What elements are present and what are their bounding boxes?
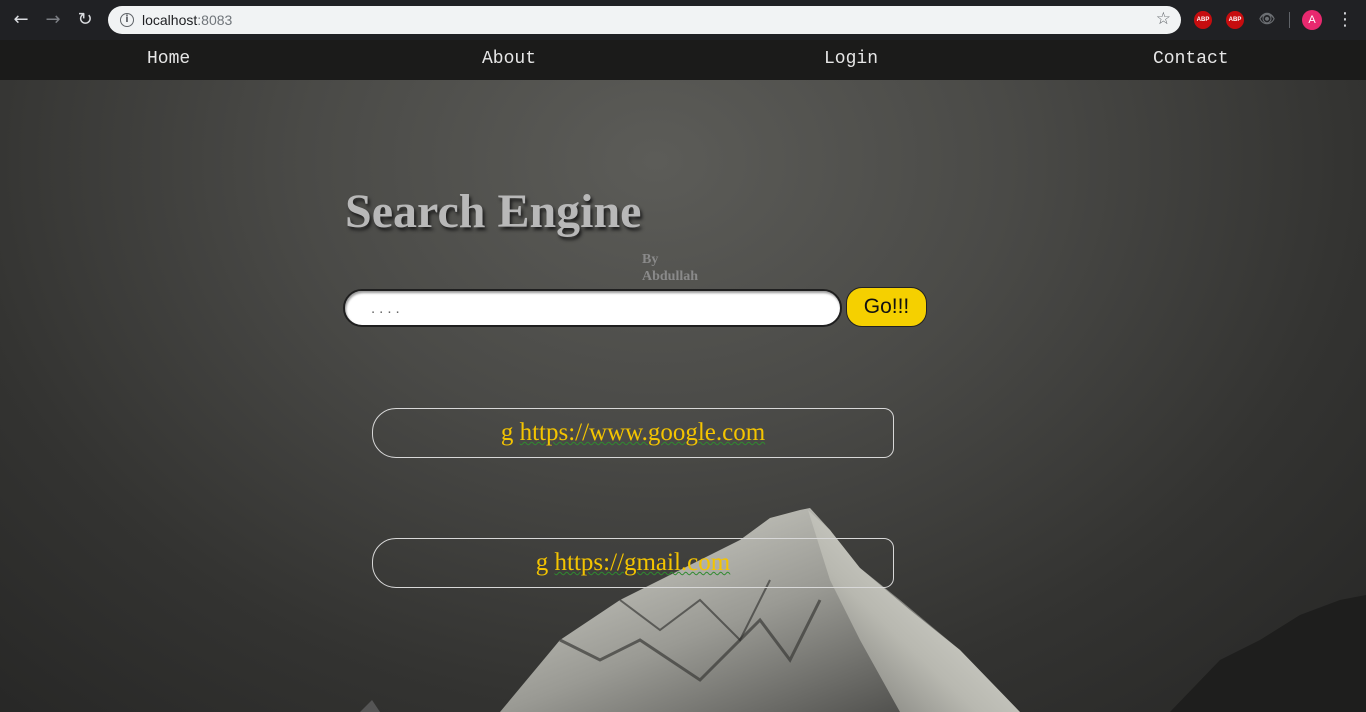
byline-author: Abdullah bbox=[642, 269, 699, 284]
bookmark-star-icon[interactable]: ☆ bbox=[1156, 9, 1171, 29]
adblock-disabled-extension-icon[interactable]: ABP bbox=[1226, 11, 1244, 29]
toolbar-divider bbox=[1289, 12, 1290, 28]
profile-avatar[interactable]: A bbox=[1302, 10, 1322, 30]
result-link[interactable]: https://www.google.com bbox=[520, 419, 766, 446]
mountain-background-image bbox=[360, 508, 1366, 712]
byline-by: By bbox=[642, 252, 659, 267]
forward-icon[interactable]: → bbox=[42, 9, 64, 31]
eye-extension-icon[interactable]: 👁 bbox=[1258, 11, 1276, 29]
menu-kebab-icon[interactable]: ⋮ bbox=[1336, 9, 1354, 30]
reload-icon[interactable]: ↻ bbox=[74, 9, 96, 31]
nav-login-link[interactable]: Login bbox=[824, 49, 878, 69]
search-result-item[interactable]: g https://www.google.com bbox=[372, 408, 894, 458]
author-byline: By Abdullah bbox=[642, 251, 722, 285]
search-go-button[interactable]: Go!!! bbox=[846, 287, 927, 327]
browser-toolbar: ← → ↻ i localhost:8083 ☆ ABP ABP 👁 A ⋮ bbox=[0, 0, 1366, 40]
nav-contact-link[interactable]: Contact bbox=[1153, 49, 1229, 69]
site-info-icon[interactable]: i bbox=[120, 13, 134, 27]
result-prefix: g bbox=[500, 419, 514, 446]
nav-about-link[interactable]: About bbox=[482, 49, 536, 69]
search-input[interactable] bbox=[343, 289, 842, 327]
page-title: Search Engine bbox=[345, 185, 642, 238]
top-navigation: Home About Login Contact bbox=[0, 40, 1366, 80]
result-link[interactable]: https://gmail.com bbox=[555, 549, 731, 576]
result-prefix: g bbox=[535, 549, 549, 576]
back-icon[interactable]: ← bbox=[10, 9, 32, 31]
address-bar[interactable]: i localhost:8083 ☆ bbox=[108, 6, 1181, 34]
search-result-item[interactable]: g https://gmail.com bbox=[372, 538, 894, 588]
page-background: Home About Login Contact Search Engine B… bbox=[0, 40, 1366, 712]
adblock-extension-icon[interactable]: ABP bbox=[1194, 11, 1212, 29]
address-url[interactable]: localhost:8083 bbox=[142, 12, 232, 28]
nav-home-link[interactable]: Home bbox=[147, 49, 190, 69]
